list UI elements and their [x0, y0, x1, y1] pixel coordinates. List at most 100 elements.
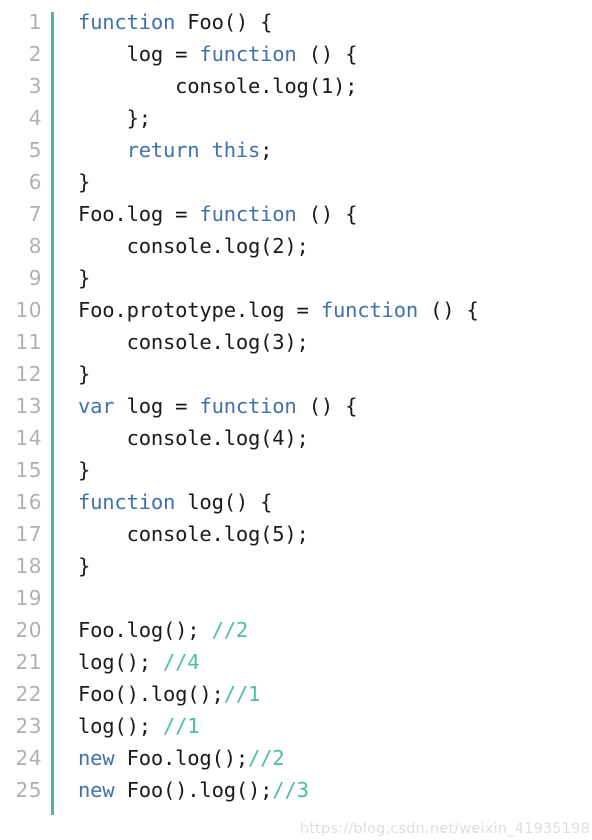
- line-number: 16: [15, 490, 42, 514]
- line-number: 5: [28, 138, 42, 162]
- code-line[interactable]: 9}: [0, 262, 592, 294]
- line-number: 13: [15, 394, 42, 418]
- watermark-url: https://blog.csdn.net/weixin_41935198: [299, 821, 590, 837]
- code-token-comment: //2: [248, 746, 285, 770]
- code-line-content[interactable]: [51, 582, 592, 614]
- line-number: 11: [15, 330, 42, 354]
- code-line[interactable]: 6}: [0, 166, 592, 198]
- code-line-content[interactable]: }: [51, 454, 592, 486]
- code-line[interactable]: 2 log = function () {: [0, 38, 592, 70]
- code-line-content[interactable]: Foo.log = function () {: [51, 198, 592, 230]
- line-number: 21: [15, 650, 42, 674]
- code-line[interactable]: 5 return this;: [0, 134, 592, 166]
- code-line[interactable]: 8 console.log(2);: [0, 230, 592, 262]
- code-line[interactable]: 1 function Foo() {: [0, 6, 592, 38]
- line-number: 14: [15, 426, 42, 450]
- code-line-content[interactable]: console.log(2);: [51, 230, 592, 262]
- line-number: 8: [28, 234, 42, 258]
- code-token-keyword: function: [199, 202, 297, 226]
- code-token-plain: };: [78, 106, 151, 130]
- line-number: 22: [15, 682, 42, 706]
- code-token-plain: console.log(3);: [78, 330, 309, 354]
- code-token-plain: }: [78, 266, 91, 290]
- code-line-content[interactable]: log(); //4: [51, 646, 592, 678]
- code-line-content[interactable]: }: [51, 262, 592, 294]
- code-line-content[interactable]: var log = function () {: [51, 390, 592, 422]
- code-line[interactable]: 13 var log = function () {: [0, 390, 592, 422]
- code-line-list: 1 function Foo() {2 log = function () {3 …: [0, 6, 592, 806]
- code-token-plain: () {: [296, 202, 358, 226]
- code-token-plain: log =: [78, 42, 200, 66]
- code-line[interactable]: 16 function log() {: [0, 486, 592, 518]
- code-line-content[interactable]: console.log(5);: [51, 518, 592, 550]
- line-number: 3: [28, 74, 42, 98]
- code-token-plain: }: [78, 170, 91, 194]
- code-line-content[interactable]: log = function () {: [51, 38, 592, 70]
- code-token-plain: Foo().log();: [78, 682, 224, 706]
- code-line-content[interactable]: }: [51, 550, 592, 582]
- code-line-content[interactable]: }: [51, 166, 592, 198]
- code-token-keyword: return: [126, 138, 200, 162]
- line-number: 25: [15, 778, 42, 802]
- line-number: 6: [28, 170, 42, 194]
- code-line-content[interactable]: Foo().log();//1: [51, 678, 592, 710]
- code-line[interactable]: 15}: [0, 454, 592, 486]
- code-token-plain: Foo() {: [175, 10, 273, 34]
- code-line[interactable]: 19: [0, 582, 592, 614]
- code-line-content[interactable]: console.log(1);: [51, 70, 592, 102]
- code-line[interactable]: 21 log(); //4: [0, 646, 592, 678]
- code-token-plain: log();: [78, 714, 163, 738]
- line-number: 24: [15, 746, 42, 770]
- code-line-content[interactable]: function log() {: [51, 486, 592, 518]
- code-token-keyword: var: [78, 394, 115, 418]
- code-line[interactable]: 10 Foo.prototype.log = function () {: [0, 294, 592, 326]
- line-number: 2: [28, 42, 42, 66]
- line-number: 1: [28, 10, 42, 34]
- code-token-comment: //3: [272, 778, 309, 802]
- code-line-content[interactable]: Foo.log(); //2: [51, 614, 592, 646]
- code-line-content[interactable]: new Foo.log();//2: [51, 742, 592, 774]
- line-number: 20: [15, 618, 42, 642]
- code-token-plain: log() {: [175, 490, 273, 514]
- code-line[interactable]: 23 log(); //1: [0, 710, 592, 742]
- code-line[interactable]: 14 console.log(4);: [0, 422, 592, 454]
- line-number: 7: [28, 202, 42, 226]
- code-line[interactable]: 4 };: [0, 102, 592, 134]
- code-token-keyword: function: [199, 394, 297, 418]
- line-number: 12: [15, 362, 42, 386]
- code-token-plain: }: [78, 458, 91, 482]
- code-line[interactable]: 18}: [0, 550, 592, 582]
- code-token-plain: () {: [417, 298, 479, 322]
- code-token-plain: Foo.log =: [78, 202, 200, 226]
- line-number: 4: [28, 106, 42, 130]
- code-line[interactable]: 12}: [0, 358, 592, 390]
- code-line-content[interactable]: console.log(4);: [51, 422, 592, 454]
- code-line-content[interactable]: }: [51, 358, 592, 390]
- code-line[interactable]: 3 console.log(1);: [0, 70, 592, 102]
- code-token-keyword: function: [78, 490, 176, 514]
- code-line-content[interactable]: function Foo() {: [51, 6, 592, 38]
- code-line-content[interactable]: console.log(3);: [51, 326, 592, 358]
- code-token-plain: console.log(4);: [78, 426, 309, 450]
- code-token-comment: //4: [163, 650, 200, 674]
- line-number: 19: [15, 586, 42, 610]
- code-line[interactable]: 24 new Foo.log();//2: [0, 742, 592, 774]
- code-line[interactable]: 11 console.log(3);: [0, 326, 592, 358]
- code-token-comment: //1: [163, 714, 200, 738]
- code-line-content[interactable]: log(); //1: [51, 710, 592, 742]
- code-line-content[interactable]: };: [51, 102, 592, 134]
- code-line[interactable]: 20 Foo.log(); //2: [0, 614, 592, 646]
- line-number: 9: [28, 266, 42, 290]
- code-line[interactable]: 17 console.log(5);: [0, 518, 592, 550]
- code-line-content[interactable]: Foo.prototype.log = function () {: [51, 294, 592, 326]
- code-line[interactable]: 25 new Foo().log();//3: [0, 774, 592, 806]
- code-token-keyword: function: [78, 10, 176, 34]
- code-line-content[interactable]: return this;: [51, 134, 592, 166]
- code-viewer[interactable]: 1 function Foo() {2 log = function () {3 …: [0, 0, 592, 840]
- line-number: 17: [15, 522, 42, 546]
- code-line[interactable]: 7 Foo.log = function () {: [0, 198, 592, 230]
- code-token-plain: Foo.log();: [78, 618, 212, 642]
- code-line[interactable]: 22 Foo().log();//1: [0, 678, 592, 710]
- code-line-content[interactable]: new Foo().log();//3: [51, 774, 592, 806]
